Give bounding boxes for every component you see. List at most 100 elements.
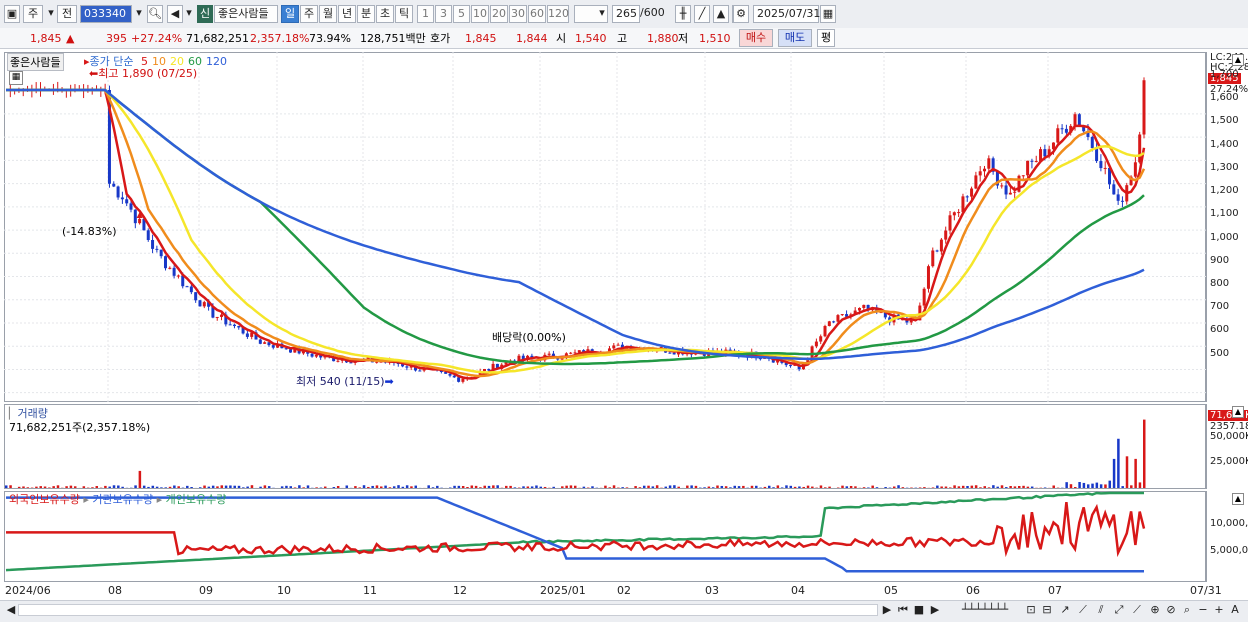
volume-bar — [410, 486, 413, 488]
volume-bar — [807, 486, 810, 488]
interval-tab-0[interactable]: 1 — [417, 5, 434, 23]
interval-tab-6[interactable]: 60 — [528, 5, 546, 23]
candle-body — [944, 231, 947, 240]
tool-f-icon[interactable]: ⤢ — [1112, 603, 1126, 617]
volume-bar — [333, 487, 336, 488]
volume-bar — [324, 487, 327, 488]
grid-toggle-icon[interactable]: ▦ — [9, 71, 23, 85]
candle-body — [836, 315, 839, 322]
candle-body — [457, 377, 460, 382]
calendar-icon[interactable]: ▦ — [820, 5, 836, 23]
change-pct: +27.24% — [131, 31, 182, 47]
volume-bar — [1027, 487, 1030, 488]
new-badge[interactable]: 신 — [197, 5, 213, 23]
candle-body — [461, 379, 464, 382]
interval-tab-3[interactable]: 10 — [471, 5, 489, 23]
volume-bar — [1096, 483, 1099, 488]
tool-b-icon[interactable]: ⊟ — [1040, 603, 1054, 617]
volume-bar — [561, 486, 564, 488]
period-tab-0[interactable]: 일 — [281, 5, 299, 23]
volume-bar — [483, 486, 486, 488]
tool-d-icon[interactable]: ⟋ — [1076, 603, 1090, 617]
volume-bar — [406, 485, 409, 488]
candle-body — [448, 374, 451, 376]
interval-dropdown-icon[interactable]: ▾ — [596, 5, 608, 23]
pane-collapse-icon[interactable]: ▲ — [1232, 54, 1244, 66]
period-tab-3[interactable]: 년 — [338, 5, 356, 23]
interval-tab-7[interactable]: 120 — [547, 5, 569, 23]
tool-c-icon[interactable]: ↗ — [1058, 603, 1072, 617]
candle-body — [194, 292, 197, 300]
code-input[interactable]: 033340 — [80, 5, 132, 23]
zoom-icon[interactable]: ⌕ — [1180, 603, 1194, 617]
up-arrow-icon: ▲ — [66, 31, 74, 47]
volume-bar — [958, 486, 961, 488]
fix-button[interactable]: 평 — [817, 29, 835, 47]
scroll-track[interactable] — [18, 604, 878, 616]
date-input[interactable]: 2025/07/31 — [753, 5, 819, 23]
settings-gear-icon[interactable]: ⚙ — [733, 5, 749, 23]
candle-body — [483, 369, 486, 371]
candle-body — [1095, 148, 1098, 161]
tool-g-icon[interactable]: ⟋ — [1130, 603, 1144, 617]
count-input[interactable]: 265 — [612, 5, 640, 23]
tool-h-icon[interactable]: ⊕ — [1148, 603, 1162, 617]
candle-body — [186, 286, 189, 287]
volume-bar — [173, 485, 176, 488]
code-dropdown-icon[interactable]: ▾ — [133, 5, 145, 23]
indicator-icon[interactable]: ▲ — [713, 5, 729, 23]
volume-bar — [48, 487, 51, 488]
holdings-collapse-icon[interactable]: ▲ — [1232, 493, 1244, 505]
volume-bar — [496, 485, 499, 488]
period-tab-1[interactable]: 주 — [300, 5, 318, 23]
period-tab-2[interactable]: 월 — [319, 5, 337, 23]
legend-sep-icon: ▸ — [83, 493, 89, 506]
candle-body — [1022, 175, 1025, 176]
volume-bar — [863, 487, 866, 488]
window-menu-icon[interactable]: ▣ — [4, 5, 20, 23]
volume-bar — [708, 487, 711, 488]
volume-value: 71,682,251 — [186, 31, 249, 47]
scroll-right-icon[interactable]: ▶ — [880, 603, 894, 617]
market-selector[interactable]: 주 — [23, 5, 43, 23]
interval-tab-5[interactable]: 30 — [509, 5, 527, 23]
drawing-tool-icon[interactable]: ╱ — [694, 5, 710, 23]
candle-type-icon[interactable]: ╫ — [675, 5, 691, 23]
market-dropdown-icon[interactable]: ▾ — [46, 5, 56, 23]
play-icon[interactable]: ▶ — [928, 603, 942, 617]
prev-button[interactable]: 전 — [57, 5, 77, 23]
period-tab-5[interactable]: 초 — [376, 5, 394, 23]
tool-a-icon[interactable]: ⊡ — [1024, 603, 1038, 617]
font-size-icon[interactable]: A — [1228, 603, 1242, 617]
volume-bar — [27, 487, 30, 488]
search-icon[interactable]: 🔍︎ — [147, 5, 163, 23]
period-tab-6[interactable]: 틱 — [395, 5, 413, 23]
price-chart[interactable] — [4, 52, 1206, 402]
x-label-0: 2024/06 — [5, 584, 51, 597]
speaker-icon[interactable]: ◀ — [167, 5, 183, 23]
sell-button[interactable]: 매도 — [778, 29, 812, 47]
stock-name-field[interactable]: 좋은사람들 — [214, 5, 278, 23]
period-tab-4[interactable]: 분 — [357, 5, 375, 23]
ma-line-20 — [6, 90, 1144, 373]
buy-button[interactable]: 매수 — [739, 29, 773, 47]
speaker-dropdown-icon[interactable]: ▾ — [184, 5, 194, 23]
price-tick-7: 1,000 — [1210, 232, 1239, 243]
stop-icon[interactable]: ■ — [912, 603, 926, 617]
volume-bar — [570, 485, 573, 488]
volume-bar — [1078, 482, 1081, 488]
volume-chart[interactable] — [4, 404, 1206, 489]
interval-tab-2[interactable]: 5 — [453, 5, 470, 23]
volume-collapse-icon[interactable]: ▲ — [1232, 406, 1244, 418]
tool-i-icon[interactable]: ⊘ — [1164, 603, 1178, 617]
interval-tab-1[interactable]: 3 — [435, 5, 452, 23]
interval-tab-4[interactable]: 20 — [490, 5, 508, 23]
zoom-in-icon[interactable]: + — [1212, 603, 1226, 617]
scroll-ruler[interactable]: ┴┴┴┴┴┴┴ — [950, 603, 1020, 617]
volume-bar — [471, 485, 474, 488]
tool-e-icon[interactable]: ⫽ — [1094, 603, 1108, 617]
zoom-out-icon[interactable]: − — [1196, 603, 1210, 617]
rewind-icon[interactable]: ⏮ — [896, 603, 910, 617]
scroll-left-icon[interactable]: ◀ — [4, 603, 18, 617]
x-label-5: 12 — [453, 584, 467, 597]
